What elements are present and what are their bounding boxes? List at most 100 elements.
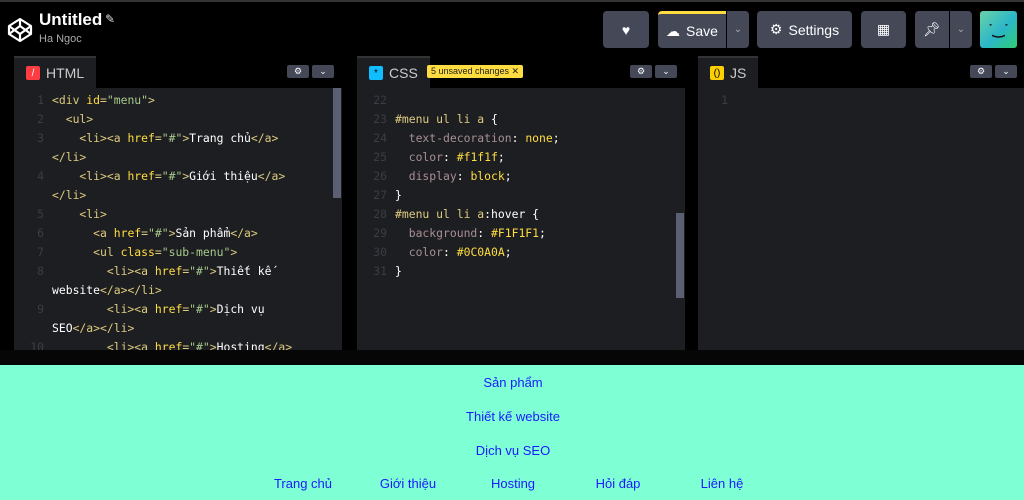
line-number: 25 (373, 150, 387, 164)
js-editor-panel: () JS ⚙ ⌄ 1 (698, 56, 1024, 350)
code-token: none (525, 131, 553, 145)
code-token: color (395, 245, 444, 259)
code-text: <a href="#">Sản phẩm</a> (52, 224, 258, 243)
avatar[interactable]: ˙‿˙ (980, 11, 1017, 48)
code-line: 25 color: #f1f1f; (357, 148, 685, 167)
pen-title[interactable]: Untitled (39, 10, 102, 30)
code-token: <li><a (52, 131, 128, 145)
code-token: <a (52, 226, 114, 240)
settings-button[interactable]: ⚙ (630, 65, 652, 78)
html-editor-panel: / HTML ⚙ ⌄ 1 <div id="menu"> 2 <ul> 3 <li><a… (14, 56, 342, 350)
line-number: 1 (37, 93, 44, 107)
code-line: 7 <ul class="sub-menu"> (14, 243, 342, 262)
code-token: #f1f1f (456, 150, 498, 164)
line-number: 31 (373, 264, 387, 278)
code-line: </li> (14, 186, 342, 205)
html-icon: / (26, 66, 40, 80)
code-token: Giới thiệu (189, 169, 258, 183)
preview-link-hoi-dap[interactable]: Hỏi đáp (596, 476, 641, 491)
code-line: 3 <li><a href="#">Trang chủ</a> (14, 129, 342, 148)
line-number: 2 (37, 112, 44, 126)
code-line: 4 <li><a href="#">Giới thiệu</a> (14, 167, 342, 186)
pin-dropdown-button[interactable]: ⌄ (950, 11, 972, 48)
code-token: class (120, 245, 155, 259)
code-text: <ul> (52, 110, 93, 129)
tab-label: CSS (389, 65, 418, 81)
settings-button[interactable]: ⚙ Settings (757, 11, 852, 48)
settings-button[interactable]: ⚙ (287, 65, 309, 78)
code-line: 10 <li><a href="#">Hosting</a> (14, 338, 342, 350)
line-number: 7 (37, 245, 44, 259)
chevron-down-icon: ⌄ (662, 66, 670, 76)
code-token: </li> (52, 188, 87, 202)
line-number: 24 (373, 131, 387, 145)
code-token: block (470, 169, 505, 183)
code-line: 22 (357, 91, 685, 110)
code-token: href (154, 264, 183, 278)
code-line: 23 #menu ul li a { (357, 110, 685, 129)
code-token: <li><a (52, 264, 155, 278)
scrollbar[interactable] (676, 213, 684, 298)
code-token: = (154, 131, 162, 145)
code-token: :hover { (484, 207, 540, 221)
code-token: </a> (264, 340, 293, 350)
preview-link-san-pham[interactable]: Sản phẩm (483, 375, 542, 390)
scrollbar[interactable] (333, 88, 341, 198)
code-token: > (209, 340, 217, 350)
code-line: 28 #menu ul li a:hover { (357, 205, 685, 224)
gear-icon: ⚙ (636, 66, 646, 76)
code-text: color: #f1f1f; (395, 148, 505, 167)
code-token: ; (497, 150, 505, 164)
code-token: <ul> (52, 112, 94, 126)
line-number: 3 (37, 131, 44, 145)
save-dropdown-button[interactable]: ⌄ (727, 11, 749, 48)
collapse-button[interactable]: ⌄ (655, 65, 677, 78)
tab-js[interactable]: () JS (698, 56, 759, 88)
code-text: <li><a href="#">Dịch vụ (52, 300, 265, 319)
tab-html[interactable]: / HTML (14, 56, 97, 88)
code-token: > (148, 93, 155, 107)
code-token: </a></li> (100, 283, 162, 297)
preview-link-gioi-thieu[interactable]: Giới thiệu (380, 476, 436, 491)
code-line: 26 display: block; (357, 167, 685, 186)
preview-resize-handle[interactable] (0, 350, 1024, 365)
code-token: #menu ul li a (395, 112, 492, 126)
code-text: <li><a href="#">Hosting</a> (52, 338, 292, 350)
code-token: "#" (148, 226, 169, 240)
pencil-icon[interactable]: ✎ (105, 12, 115, 26)
code-token: #menu ul li a (395, 207, 485, 221)
save-button[interactable]: ☁ Save (658, 11, 726, 48)
code-line: 2 <ul> (14, 110, 342, 129)
settings-button[interactable]: ⚙ (970, 65, 992, 78)
collapse-button[interactable]: ⌄ (995, 65, 1017, 78)
tab-css[interactable]: * CSS (357, 56, 430, 88)
preview-link-hosting[interactable]: Hosting (491, 476, 535, 491)
line-number: 26 (373, 169, 387, 183)
code-token: <li><a (52, 340, 155, 350)
html-code-editor[interactable]: 1 <div id="menu"> 2 <ul> 3 <li><a href="#">… (14, 88, 342, 350)
code-token: </a></li> (72, 321, 135, 335)
unsaved-changes-badge[interactable]: 5 unsaved changes ✕ (427, 65, 524, 78)
chevron-down-icon: ⌄ (1002, 66, 1010, 76)
preview-link-trang-chu[interactable]: Trang chủ (274, 476, 332, 491)
change-view-button[interactable]: ▦ (861, 11, 906, 48)
code-token: href (113, 226, 142, 240)
js-code-editor[interactable]: 1 (698, 88, 1024, 350)
code-token: > (209, 302, 217, 316)
css-code-editor[interactable]: 22 23 #menu ul li a { 24 text-decoration: n… (357, 88, 685, 350)
pin-button[interactable]: 📌︎ (915, 11, 949, 48)
like-button[interactable]: ♥ (603, 11, 649, 48)
codepen-logo[interactable] (6, 16, 34, 44)
code-token: </a> (257, 169, 286, 183)
preview-link-dich-vu-seo[interactable]: Dịch vụ SEO (476, 443, 550, 458)
preview-link-thiet-ke-website[interactable]: Thiết kế website (466, 409, 560, 424)
preview-link-lien-he[interactable]: Liên hệ (701, 476, 744, 491)
code-text: text-decoration: none; (395, 129, 560, 148)
code-token: <li><a (52, 169, 128, 183)
code-text: </li> (52, 148, 86, 167)
js-icon: () (710, 66, 724, 80)
collapse-button[interactable]: ⌄ (312, 65, 334, 78)
code-line: 1 <div id="menu"> (14, 91, 342, 110)
author-name[interactable]: Ha Ngoc (39, 33, 82, 45)
gear-icon: ⚙ (293, 66, 303, 76)
